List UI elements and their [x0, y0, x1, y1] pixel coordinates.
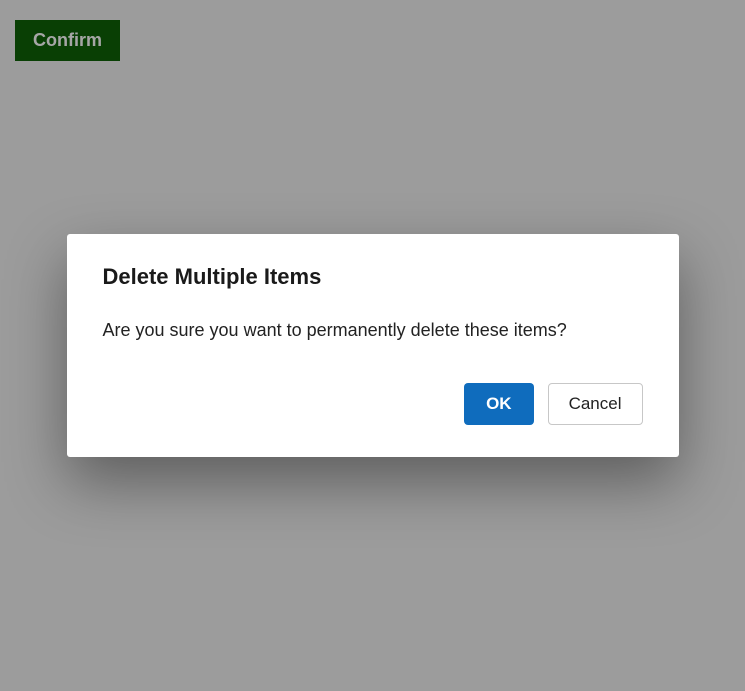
ok-button[interactable]: OK: [464, 383, 534, 425]
cancel-button[interactable]: Cancel: [548, 383, 643, 425]
confirm-dialog: Delete Multiple Items Are you sure you w…: [67, 234, 679, 457]
dialog-title: Delete Multiple Items: [103, 264, 643, 290]
dialog-message: Are you sure you want to permanently del…: [103, 318, 643, 343]
dialog-actions: OK Cancel: [103, 383, 643, 425]
page-root: Confirm Delete Multiple Items Are you su…: [0, 0, 745, 691]
modal-overlay: Delete Multiple Items Are you sure you w…: [0, 0, 745, 691]
